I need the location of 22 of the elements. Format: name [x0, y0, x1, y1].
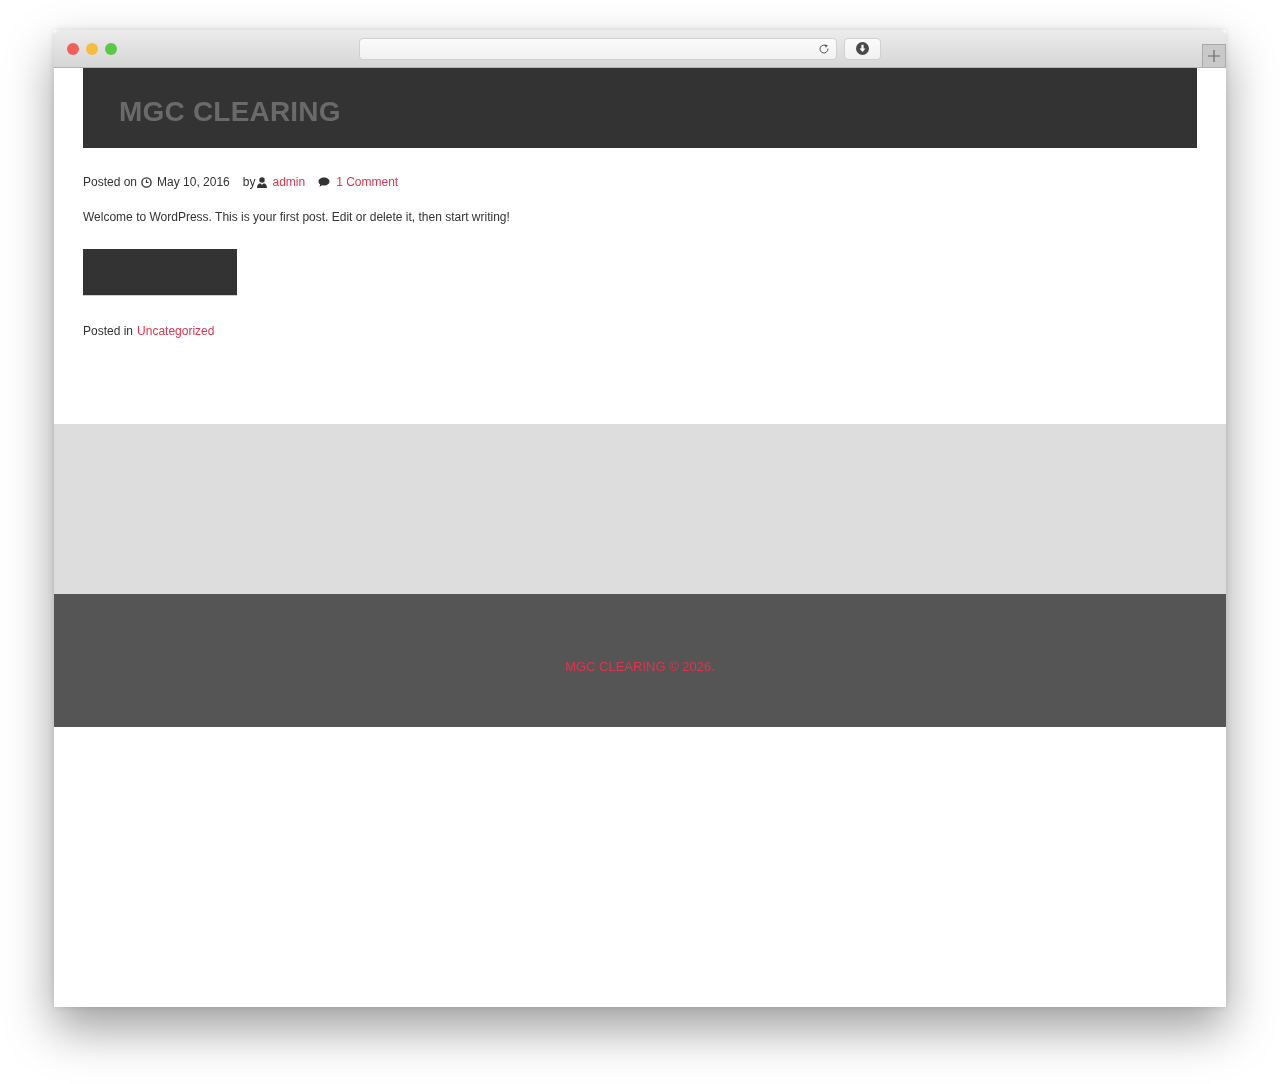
post-date: May 10, 2016 [157, 175, 230, 189]
address-field[interactable] [359, 37, 837, 60]
comments-link[interactable]: 1 Comment [336, 175, 399, 189]
posted-in-label: Posted in [83, 323, 134, 340]
download-icon [856, 42, 869, 55]
new-tab-button[interactable] [1202, 44, 1226, 67]
by-label: by [242, 175, 256, 189]
minimize-icon[interactable] [86, 42, 98, 55]
clock-icon [141, 176, 153, 188]
user-icon [257, 176, 268, 188]
plus-icon [1208, 50, 1220, 62]
copyright-text: MGC CLEARING © 2026. [565, 659, 715, 675]
author-link[interactable]: admin [272, 175, 306, 189]
comment-icon [318, 177, 331, 187]
reload-icon[interactable] [818, 42, 830, 55]
close-icon[interactable] [67, 42, 79, 55]
posted-on-label: Posted on [83, 175, 138, 189]
post-body-text: Welcome to WordPress. This is your first post. Edit or delete it, then start writing! [83, 209, 511, 226]
download-button[interactable] [844, 37, 881, 60]
maximize-icon[interactable] [105, 42, 117, 55]
blank-button[interactable] [83, 249, 237, 296]
category-link[interactable]: Uncategorized [137, 321, 215, 341]
